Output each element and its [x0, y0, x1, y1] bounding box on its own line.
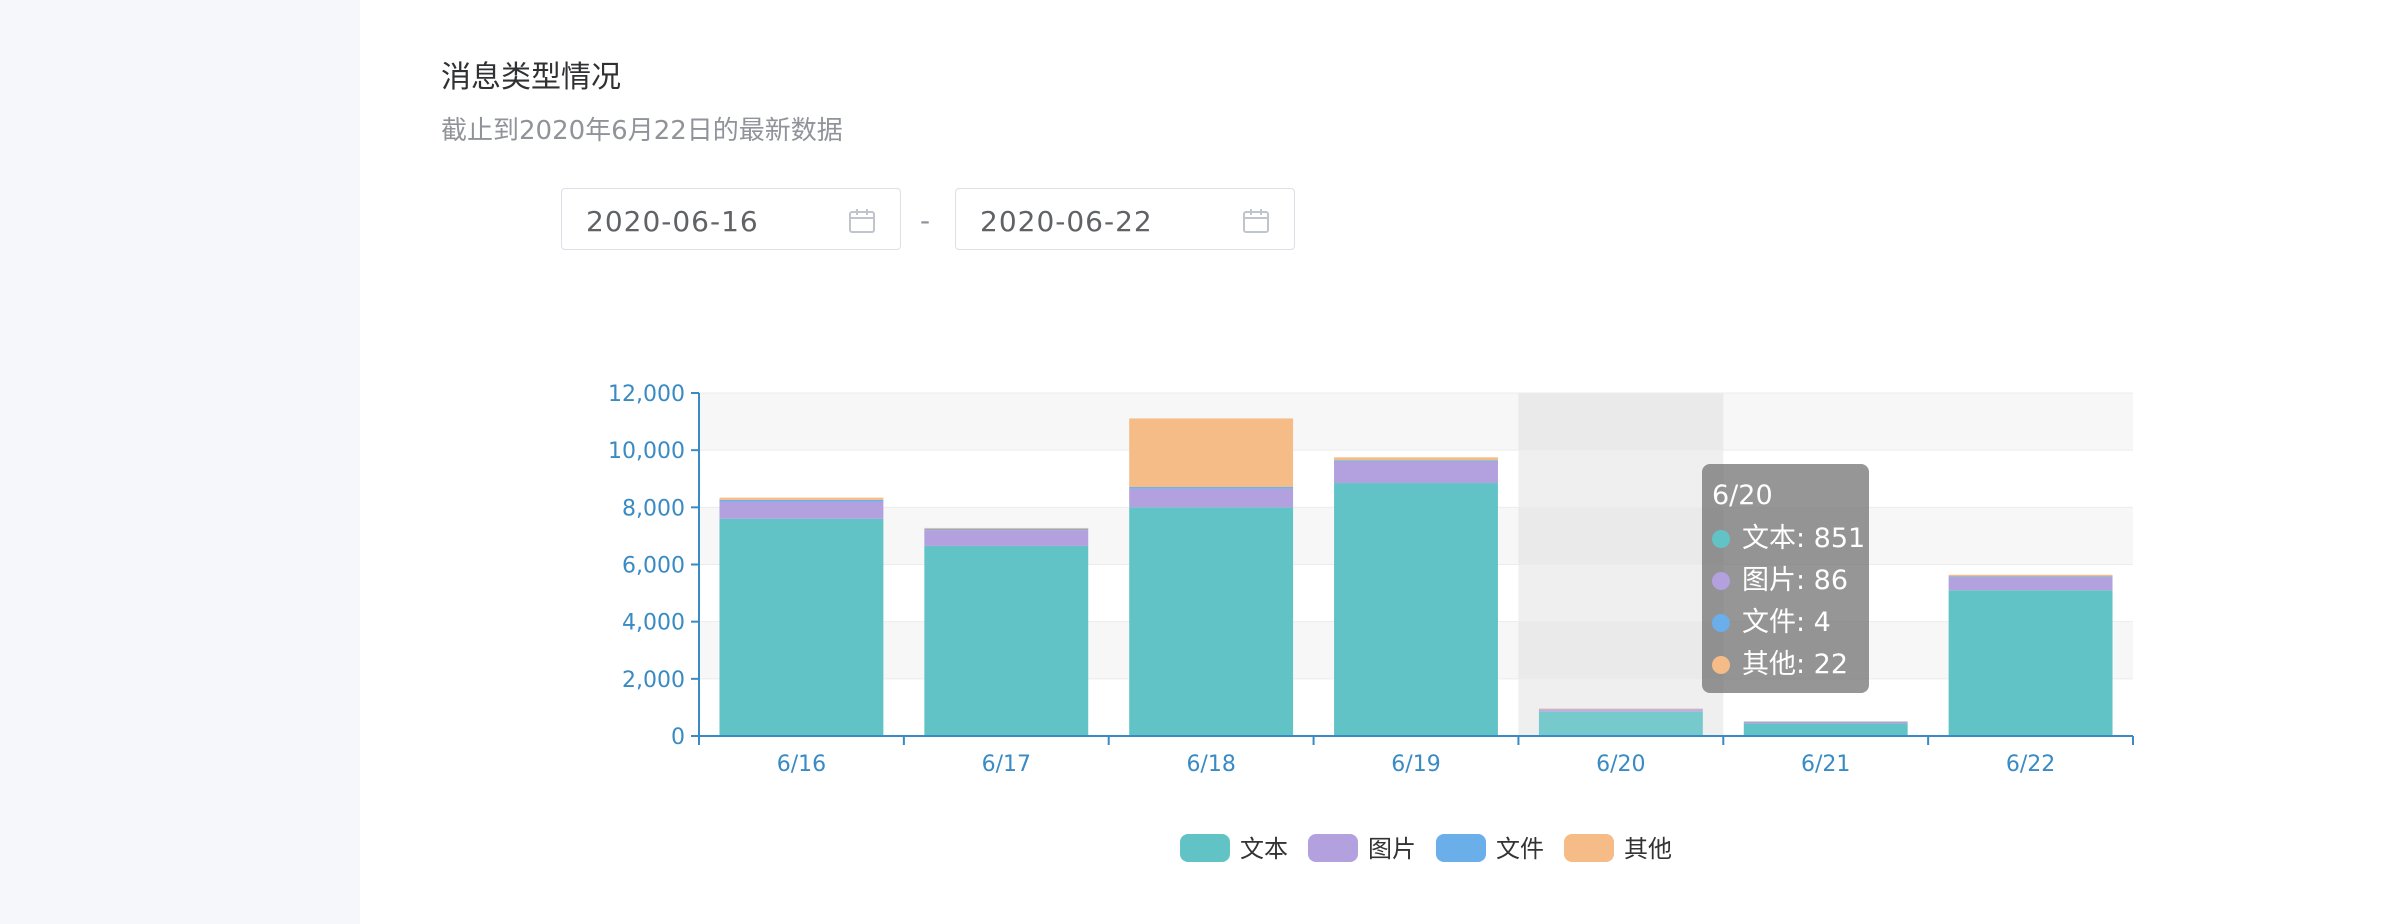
y-tick-label: 2,000: [622, 668, 685, 693]
tooltip-row-label: 文本: 851: [1742, 523, 1866, 554]
series-dot: [1712, 530, 1730, 548]
y-tick-label: 0: [671, 725, 685, 750]
y-tick-label: 8,000: [622, 496, 685, 521]
bar-segment-6-18-3[interactable]: [1129, 418, 1294, 488]
split-area: [699, 393, 2133, 451]
bar-segment-6-17-1[interactable]: [924, 530, 1089, 546]
bar-segment-6-17-3[interactable]: [924, 527, 1089, 530]
series-dot: [1712, 656, 1730, 674]
bar-segment-6-18-2[interactable]: [1129, 487, 1294, 489]
legend-swatch-1[interactable]: [1308, 834, 1358, 862]
bar-segment-6-20-0[interactable]: [1538, 711, 1703, 736]
tooltip-row-image: 图片: 86: [1712, 560, 1859, 602]
bar-segment-6-22-0[interactable]: [1948, 590, 2113, 736]
bar-segment-6-22-2[interactable]: [1948, 576, 2113, 578]
x-tick-label: 6/21: [1801, 752, 1850, 777]
x-tick-label: 6/16: [777, 752, 826, 777]
bar-segment-6-19-0[interactable]: [1334, 483, 1498, 736]
tooltip-row-other: 其他: 22: [1712, 644, 1859, 686]
tooltip-row-file: 文件: 4: [1712, 602, 1859, 644]
bar-segment-6-19-3[interactable]: [1334, 457, 1498, 461]
legend-label-1[interactable]: 图片: [1368, 835, 1416, 863]
legend-label-0[interactable]: 文本: [1240, 835, 1288, 863]
x-tick-label: 6/19: [1391, 752, 1440, 777]
bar-segment-6-21-1[interactable]: [1743, 721, 1908, 724]
legend-swatch-0[interactable]: [1180, 834, 1230, 862]
bar-segment-6-16-0[interactable]: [719, 518, 884, 736]
bar-segment-6-17-0[interactable]: [924, 545, 1089, 736]
tooltip-row-label: 图片: 86: [1742, 565, 1849, 596]
bar-segment-6-16-2[interactable]: [719, 499, 884, 502]
bar-segment-6-22-3[interactable]: [1948, 574, 2113, 577]
x-tick-label: 6/22: [2006, 752, 2055, 777]
legend-label-2[interactable]: 文件: [1496, 835, 1544, 863]
bar-segment-6-21-0[interactable]: [1743, 723, 1908, 736]
bar-segment-6-18-0[interactable]: [1129, 507, 1294, 736]
bar-segment-6-19-2[interactable]: [1334, 460, 1498, 462]
y-tick-label: 10,000: [608, 439, 685, 464]
bar-segment-6-16-1[interactable]: [719, 501, 884, 519]
tooltip-title: 6/20: [1712, 480, 1773, 511]
bar-segment-6-17-2[interactable]: [924, 529, 1089, 531]
bar-segment-6-19-1[interactable]: [1334, 461, 1498, 484]
message-type-chart[interactable]: 0 2,000 4,000 6,000 8,000 10,000 12,000 6/16 6/1…: [0, 0, 2402, 924]
series-dot: [1712, 614, 1730, 632]
bar-segment-6-22-1[interactable]: [1948, 577, 2113, 591]
y-tick-label: 4,000: [622, 611, 685, 636]
bar-segment-6-20-1[interactable]: [1538, 709, 1703, 712]
x-tick-label: 6/18: [1186, 752, 1235, 777]
legend-label-3[interactable]: 其他: [1624, 835, 1672, 863]
chart-tooltip: 6/20 文本: 851 图片: 86 文件: 4 其他: 22: [1702, 464, 1869, 693]
x-tick-label: 6/17: [982, 752, 1031, 777]
y-tick-label: 6,000: [622, 554, 685, 579]
tooltip-row-text: 文本: 851: [1712, 518, 1865, 560]
series-dot: [1712, 572, 1730, 590]
bar-segment-6-20-3[interactable]: [1538, 708, 1703, 710]
tooltip-row-label: 其他: 22: [1742, 649, 1849, 680]
legend-swatch-2[interactable]: [1436, 834, 1486, 862]
bar-segment-6-16-3[interactable]: [719, 497, 884, 500]
y-tick-label: 12,000: [608, 382, 685, 407]
tooltip-row-label: 文件: 4: [1742, 607, 1831, 638]
legend-swatch-3[interactable]: [1564, 834, 1614, 862]
x-tick-label: 6/20: [1596, 752, 1645, 777]
bar-segment-6-18-1[interactable]: [1129, 488, 1294, 508]
